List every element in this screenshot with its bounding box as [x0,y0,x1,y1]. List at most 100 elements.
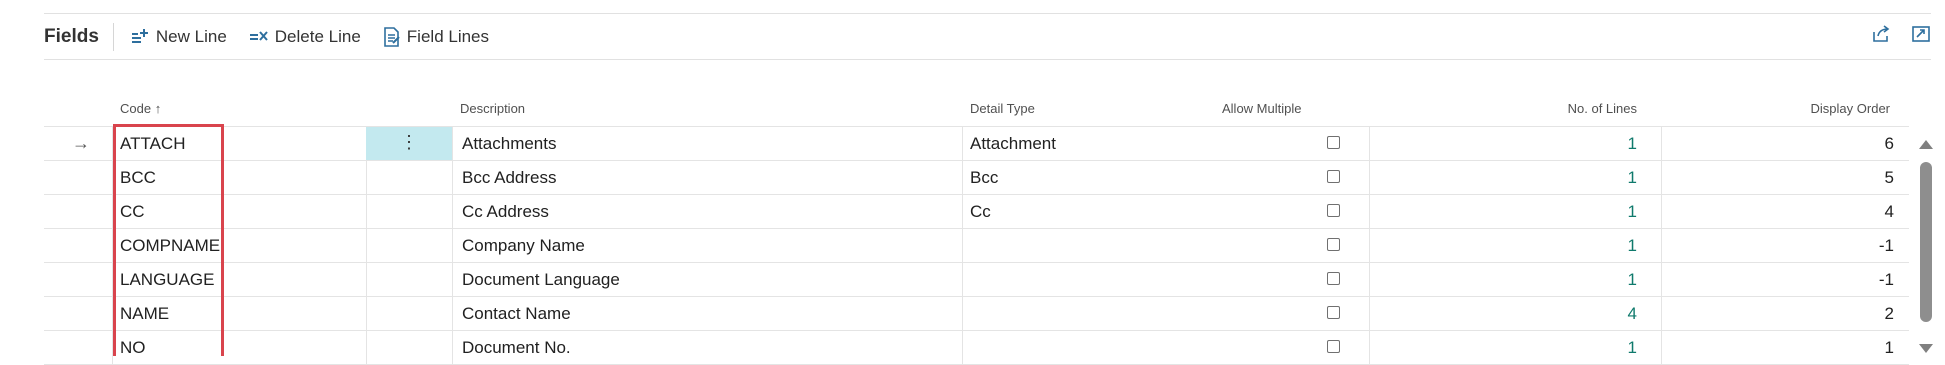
column-divider [1369,229,1370,262]
no-of-lines-link[interactable]: 1 [1379,161,1637,194]
allow-multiple-checkbox[interactable] [1327,238,1340,251]
part-title: Fields [44,25,99,47]
column-divider [1661,297,1662,330]
no-of-lines-link[interactable]: 1 [1379,195,1637,228]
display-order-cell[interactable]: 5 [1671,161,1894,194]
column-header-allow-multiple[interactable]: Allow Multiple [1222,101,1301,116]
column-divider [1369,161,1370,194]
allow-multiple-checkbox[interactable] [1327,306,1340,319]
display-order-cell[interactable]: 1 [1671,331,1894,364]
field-lines-label: Field Lines [406,26,490,46]
share-icon[interactable] [1871,24,1891,49]
field-lines-icon [383,26,400,47]
column-divider [1369,263,1370,296]
column-divider [366,229,367,262]
column-divider [452,331,453,364]
column-divider [1369,127,1370,160]
column-header-no-of-lines[interactable]: No. of Lines [1500,101,1637,116]
column-divider [452,297,453,330]
description-cell[interactable]: Cc Address [462,195,549,228]
column-divider [1369,331,1370,364]
description-cell[interactable]: Document No. [462,331,571,364]
description-cell[interactable]: Document Language [462,263,620,296]
column-divider [962,127,963,160]
column-divider [1661,229,1662,262]
column-divider [962,263,963,296]
column-divider [1369,297,1370,330]
no-of-lines-link[interactable]: 1 [1379,263,1637,296]
no-of-lines-link[interactable]: 1 [1379,127,1637,160]
column-divider [452,127,453,160]
table-row[interactable]: LANGUAGE Document Language 1 -1 [44,263,1909,297]
allow-multiple-checkbox[interactable] [1327,340,1340,353]
description-cell[interactable]: Company Name [462,229,585,262]
column-divider [1661,161,1662,194]
scroll-thumb[interactable] [1920,162,1932,322]
current-row-arrow-icon: → [72,133,90,153]
column-divider [1661,331,1662,364]
column-divider [1661,263,1662,296]
column-divider [366,263,367,296]
no-of-lines-link[interactable]: 4 [1379,297,1637,330]
detail-type-cell[interactable]: Cc [970,195,991,228]
column-divider [452,195,453,228]
fields-table: → ⋮ ATTACH Attachments Attachment 1 6 BCC Bcc Ad… [44,126,1909,365]
description-cell[interactable]: Attachments [462,127,557,160]
display-order-cell[interactable]: 6 [1671,127,1894,160]
display-order-cell[interactable]: 2 [1671,297,1894,330]
column-divider [452,263,453,296]
table-row[interactable]: COMPNAME Company Name 1 -1 [44,229,1909,263]
allow-multiple-checkbox[interactable] [1327,272,1340,285]
row-actions-menu-icon[interactable]: ⋮ [366,127,452,160]
new-line-button[interactable]: New Line [130,27,227,47]
display-order-cell[interactable]: 4 [1671,195,1894,228]
column-divider [366,161,367,194]
no-of-lines-link[interactable]: 1 [1379,331,1637,364]
toolbar-separator [112,22,114,51]
annotation-highlight-box [113,124,224,356]
display-order-cell[interactable]: -1 [1671,263,1894,296]
new-line-label: New Line [155,26,227,46]
allow-multiple-checkbox[interactable] [1327,170,1340,183]
no-of-lines-link[interactable]: 1 [1379,229,1637,262]
table-row[interactable]: → ⋮ ATTACH Attachments Attachment 1 6 [44,126,1909,161]
expand-icon[interactable] [1911,24,1931,49]
vertical-scrollbar[interactable] [1909,130,1945,356]
column-divider [366,195,367,228]
delete-line-icon [249,30,268,41]
column-divider [366,331,367,364]
delete-line-button[interactable]: Delete Line [249,27,361,47]
sort-ascending-icon: ↑ [154,101,162,116]
column-header-detail-type[interactable]: Detail Type [970,101,1035,116]
allow-multiple-checkbox[interactable] [1327,136,1340,149]
description-cell[interactable]: Bcc Address [462,161,557,194]
column-header-description[interactable]: Description [460,101,525,116]
field-lines-button[interactable]: Field Lines [383,27,489,47]
column-divider [452,229,453,262]
scroll-down-icon[interactable] [1919,344,1933,353]
column-divider [962,297,963,330]
new-line-icon [131,28,148,43]
allow-multiple-checkbox[interactable] [1327,204,1340,217]
delete-line-label: Delete Line [274,26,361,46]
column-header-code[interactable]: Code ↑ [120,101,161,116]
display-order-cell[interactable]: -1 [1671,229,1894,262]
detail-type-cell[interactable]: Attachment [970,127,1056,160]
column-divider [452,161,453,194]
column-divider [366,297,367,330]
column-divider [962,331,963,364]
scroll-up-icon[interactable] [1919,140,1933,149]
column-divider [962,195,963,228]
toolbar-right-actions [1851,24,1931,49]
description-cell[interactable]: Contact Name [462,297,571,330]
table-row[interactable]: NO Document No. 1 1 [44,331,1909,365]
table-row[interactable]: BCC Bcc Address Bcc 1 5 [44,161,1909,195]
column-divider [962,229,963,262]
detail-type-cell[interactable]: Bcc [970,161,998,194]
column-header-display-order[interactable]: Display Order [1700,101,1890,116]
table-row[interactable]: NAME Contact Name 4 2 [44,297,1909,331]
table-row[interactable]: CC Cc Address Cc 1 4 [44,195,1909,229]
column-divider [1369,195,1370,228]
column-divider [1661,127,1662,160]
column-divider [962,161,963,194]
